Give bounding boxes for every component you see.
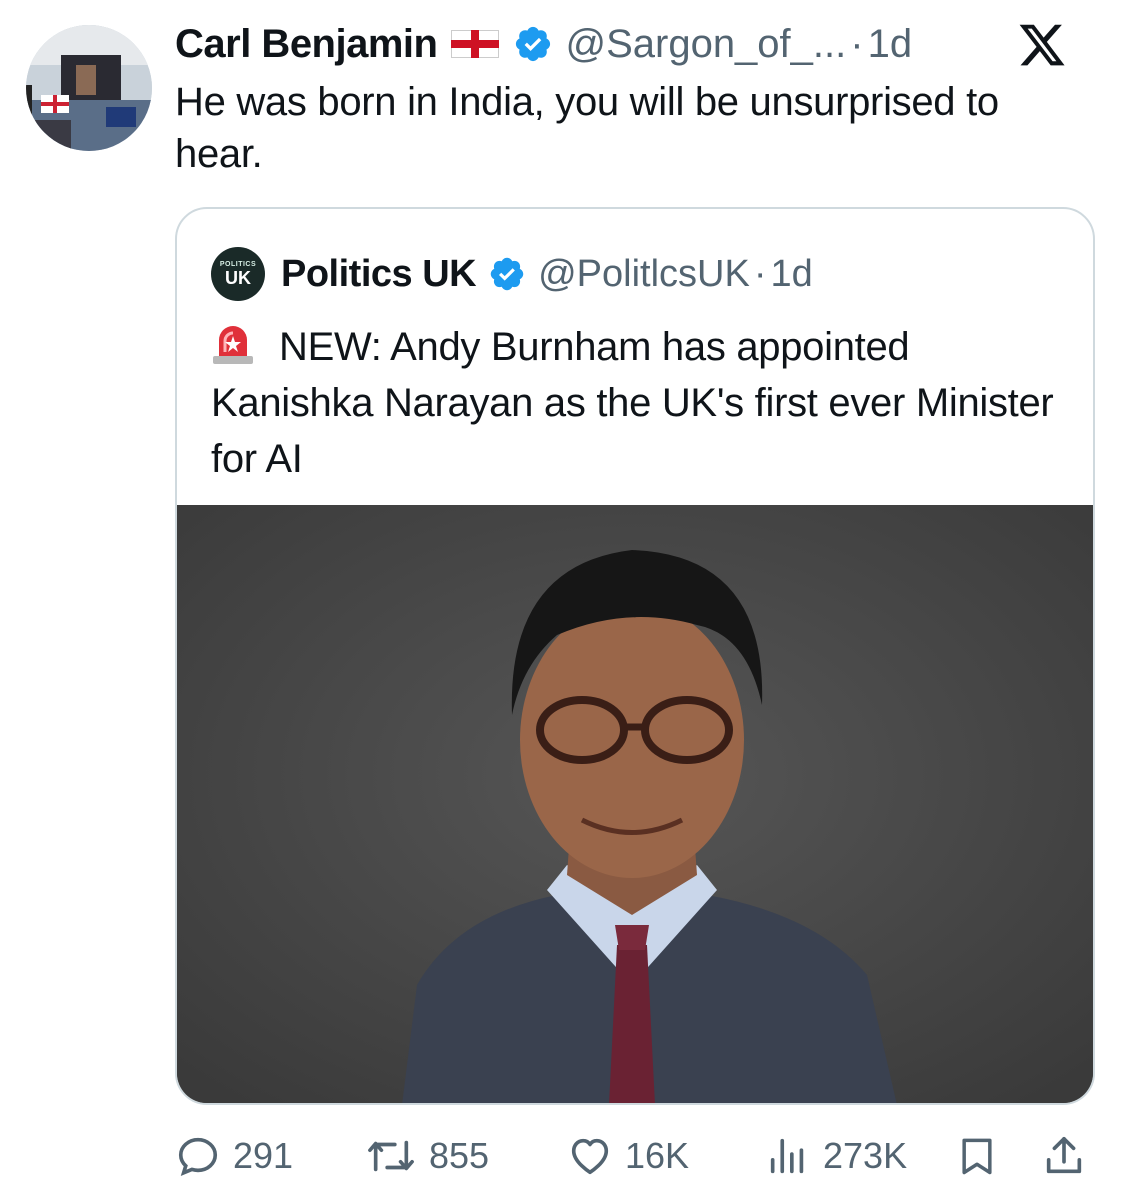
tweet-header: Carl Benjamin @Sargon_of_... · 1d — [175, 18, 912, 70]
views-button[interactable]: 273K — [765, 1128, 907, 1184]
views-icon — [765, 1133, 811, 1179]
verified-badge-icon — [488, 255, 526, 293]
england-flag-icon — [451, 30, 500, 58]
repost-button[interactable]: 855 — [365, 1128, 489, 1184]
views-count: 273K — [823, 1135, 908, 1176]
quoted-author-avatar[interactable]: POLITICS UK — [211, 247, 265, 301]
like-icon — [567, 1133, 613, 1179]
avatar-image — [26, 25, 152, 151]
reply-button[interactable]: 291 — [175, 1128, 293, 1184]
bookmark-button[interactable] — [955, 1128, 999, 1184]
bookmark-icon — [955, 1133, 999, 1179]
quoted-tweet-text-block: NEW: Andy Burnham has appointed Kanishka… — [211, 319, 1071, 487]
police-siren-icon — [211, 322, 255, 366]
like-button[interactable]: 16K — [567, 1128, 689, 1184]
like-count: 16K — [625, 1135, 690, 1176]
quoted-author-name[interactable]: Politics UK — [281, 253, 477, 296]
quoted-avatar-text-big: UK — [225, 268, 251, 288]
tweet-action-bar: 291 855 16K 273K — [175, 1128, 1095, 1184]
quoted-tweet-header: POLITICS UK Politics UK @PolitlcsUK · 1d — [211, 247, 813, 301]
repost-count: 855 — [429, 1135, 490, 1176]
author-handle[interactable]: @Sargon_of_... — [565, 22, 846, 67]
quoted-author-handle[interactable]: @PolitlcsUK — [538, 253, 750, 296]
repost-icon — [365, 1133, 417, 1179]
quoted-tweet-text: NEW: Andy Burnham has appointed Kanishka… — [211, 325, 1054, 481]
verified-badge-icon — [513, 24, 553, 64]
author-avatar[interactable] — [26, 25, 152, 151]
portrait-image — [177, 505, 1093, 1103]
share-button[interactable] — [1041, 1128, 1087, 1184]
author-name[interactable]: Carl Benjamin — [175, 22, 438, 67]
quoted-tweet-photo[interactable] — [177, 505, 1093, 1103]
x-logo-icon — [1016, 20, 1068, 70]
reply-icon — [175, 1133, 221, 1179]
quoted-tweet-timestamp[interactable]: 1d — [771, 253, 813, 296]
reply-count: 291 — [233, 1135, 294, 1176]
separator-dot: · — [850, 21, 864, 66]
share-icon — [1041, 1133, 1087, 1179]
tweet-timestamp[interactable]: 1d — [868, 22, 913, 67]
quoted-tweet-card[interactable]: POLITICS UK Politics UK @PolitlcsUK · 1d… — [175, 207, 1095, 1105]
tweet-text: He was born in India, you will be unsurp… — [175, 80, 999, 176]
separator-dot: · — [753, 252, 767, 295]
